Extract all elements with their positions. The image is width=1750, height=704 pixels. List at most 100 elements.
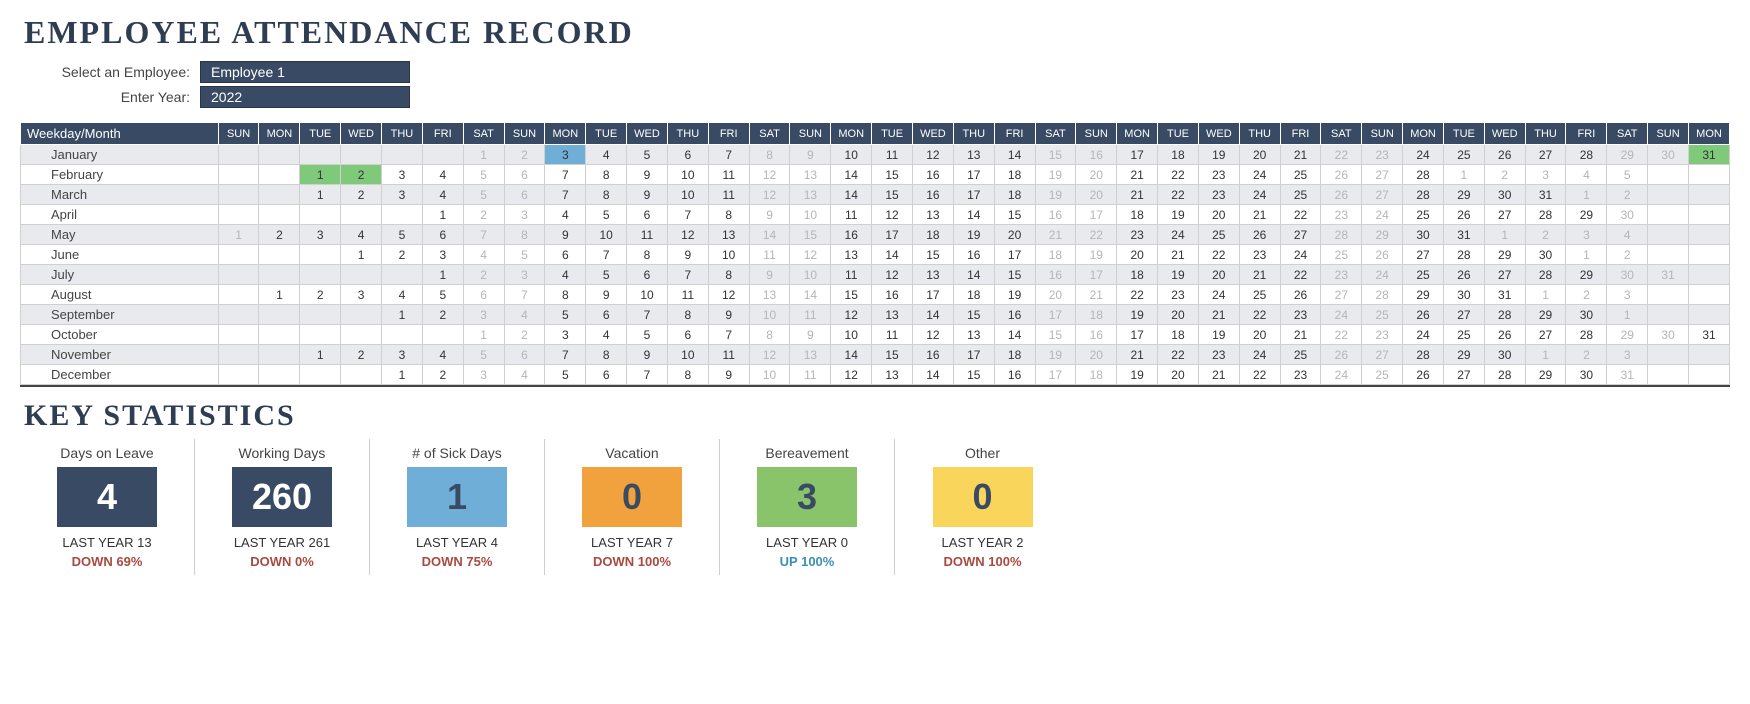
- day-cell: 28: [1525, 265, 1566, 285]
- day-cell: 1: [300, 185, 341, 205]
- day-cell: 4: [463, 245, 504, 265]
- stat-last-year: LAST YEAR 0: [728, 535, 886, 550]
- day-cell: 29: [1566, 265, 1607, 285]
- day-cell: 1: [463, 325, 504, 345]
- day-cell: 11: [790, 365, 831, 385]
- day-cell: 7: [545, 185, 586, 205]
- day-cell: [300, 365, 341, 385]
- day-cell: 22: [1280, 205, 1321, 225]
- stats-row: Days on Leave4LAST YEAR 13DOWN 69%Workin…: [20, 439, 1730, 575]
- day-cell: 18: [1158, 325, 1199, 345]
- day-cell: 22: [1158, 345, 1199, 365]
- day-cell: [300, 145, 341, 165]
- day-cell: 2: [1525, 225, 1566, 245]
- calendar-header-day: FRI: [994, 123, 1035, 145]
- day-cell: [218, 185, 259, 205]
- day-cell: 15: [872, 165, 913, 185]
- day-cell: 1: [382, 365, 423, 385]
- day-cell: 2: [1566, 345, 1607, 365]
- day-cell: 15: [872, 345, 913, 365]
- day-cell: 25: [1280, 345, 1321, 365]
- calendar-header-day: SUN: [1648, 123, 1689, 145]
- day-cell: 19: [953, 225, 994, 245]
- day-cell: [259, 145, 300, 165]
- calendar-header-day: SUN: [1076, 123, 1117, 145]
- calendar-header-day: WED: [1198, 123, 1239, 145]
- day-cell: 27: [1484, 265, 1525, 285]
- day-cell: [382, 145, 423, 165]
- day-cell: 23: [1321, 205, 1362, 225]
- day-cell: 14: [912, 365, 953, 385]
- stat-change: DOWN 69%: [28, 554, 186, 569]
- day-cell: 11: [667, 285, 708, 305]
- day-cell: [1689, 225, 1730, 245]
- employee-select[interactable]: Employee 1: [200, 61, 410, 83]
- day-cell: 18: [994, 165, 1035, 185]
- day-cell: 16: [872, 285, 913, 305]
- day-cell: 5: [586, 265, 627, 285]
- day-cell: 9: [708, 305, 749, 325]
- day-cell: 8: [749, 325, 790, 345]
- day-cell: 22: [1117, 285, 1158, 305]
- day-cell: 12: [708, 285, 749, 305]
- day-cell: 11: [708, 345, 749, 365]
- day-cell: [218, 345, 259, 365]
- calendar-header-day: THU: [382, 123, 423, 145]
- day-cell: 27: [1525, 325, 1566, 345]
- day-cell: 27: [1362, 345, 1403, 365]
- stat-card: Bereavement3LAST YEAR 0UP 100%: [720, 439, 895, 575]
- day-cell: 16: [831, 225, 872, 245]
- day-cell: 29: [1362, 225, 1403, 245]
- day-cell: [259, 185, 300, 205]
- day-cell: 15: [1035, 325, 1076, 345]
- day-cell: 10: [667, 345, 708, 365]
- stat-last-year: LAST YEAR 13: [28, 535, 186, 550]
- day-cell: 14: [831, 345, 872, 365]
- day-cell: 20: [1198, 265, 1239, 285]
- day-cell: 18: [1076, 365, 1117, 385]
- day-cell: 5: [463, 165, 504, 185]
- day-cell: 12: [749, 345, 790, 365]
- day-cell: 15: [872, 185, 913, 205]
- day-cell: 28: [1484, 305, 1525, 325]
- day-cell: 25: [1280, 185, 1321, 205]
- day-cell: 18: [912, 225, 953, 245]
- day-cell: [1689, 205, 1730, 225]
- calendar-header-day: SAT: [1035, 123, 1076, 145]
- day-cell: 6: [627, 265, 668, 285]
- day-cell: 23: [1158, 285, 1199, 305]
- day-cell: 26: [1484, 325, 1525, 345]
- day-cell: [1689, 165, 1730, 185]
- stat-last-year: LAST YEAR 7: [553, 535, 711, 550]
- day-cell: 7: [667, 265, 708, 285]
- day-cell: 17: [1076, 265, 1117, 285]
- day-cell: 17: [1035, 305, 1076, 325]
- day-cell: 20: [1239, 325, 1280, 345]
- day-cell: 6: [463, 285, 504, 305]
- day-cell: 16: [1035, 205, 1076, 225]
- day-cell: 22: [1198, 245, 1239, 265]
- calendar-header-day: THU: [953, 123, 994, 145]
- day-cell: 17: [953, 345, 994, 365]
- day-cell: 31: [1607, 365, 1648, 385]
- day-cell: 5: [504, 245, 545, 265]
- day-cell: 19: [1117, 365, 1158, 385]
- day-cell: [1648, 345, 1689, 365]
- day-cell: [341, 205, 382, 225]
- day-cell: 2: [382, 245, 423, 265]
- year-input[interactable]: 2022: [200, 86, 410, 108]
- day-cell: 2: [1607, 185, 1648, 205]
- day-cell: 3: [1566, 225, 1607, 245]
- day-cell: 22: [1076, 225, 1117, 245]
- day-cell: 1: [1607, 305, 1648, 325]
- day-cell: 4: [504, 365, 545, 385]
- month-name: April: [21, 205, 219, 225]
- day-cell: [341, 305, 382, 325]
- day-cell: 24: [1239, 185, 1280, 205]
- calendar-header-day: MON: [831, 123, 872, 145]
- day-cell: [1648, 365, 1689, 385]
- stat-change: DOWN 100%: [553, 554, 711, 569]
- day-cell: 2: [504, 325, 545, 345]
- day-cell: 4: [341, 225, 382, 245]
- day-cell: 3: [1607, 345, 1648, 365]
